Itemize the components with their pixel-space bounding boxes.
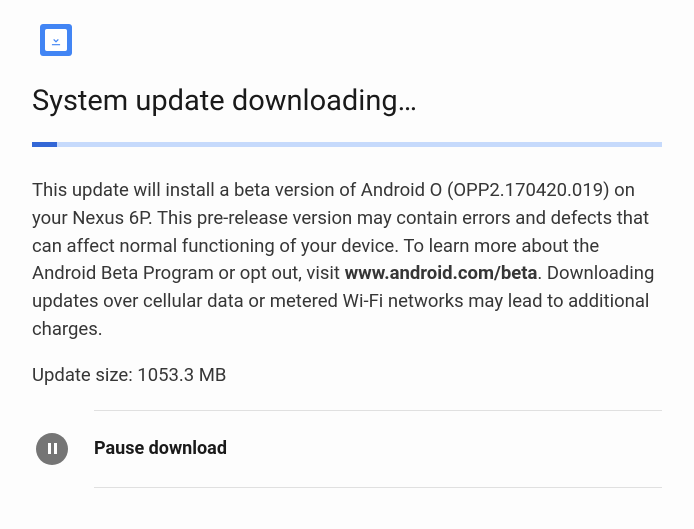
pause-icon [36, 433, 68, 465]
download-progress-fill [32, 142, 57, 147]
download-progress-bar [32, 142, 662, 147]
pause-download-button[interactable]: Pause download [32, 411, 662, 487]
beta-program-link: www.android.com/beta [345, 262, 538, 284]
pause-download-label: Pause download [94, 438, 227, 459]
update-size: Update size: 1053.3 MB [32, 364, 662, 386]
download-app-icon [40, 24, 72, 56]
page-title: System update downloading… [32, 84, 662, 118]
divider [94, 487, 662, 488]
update-description: This update will install a beta version … [32, 177, 662, 344]
download-icon [45, 29, 67, 51]
